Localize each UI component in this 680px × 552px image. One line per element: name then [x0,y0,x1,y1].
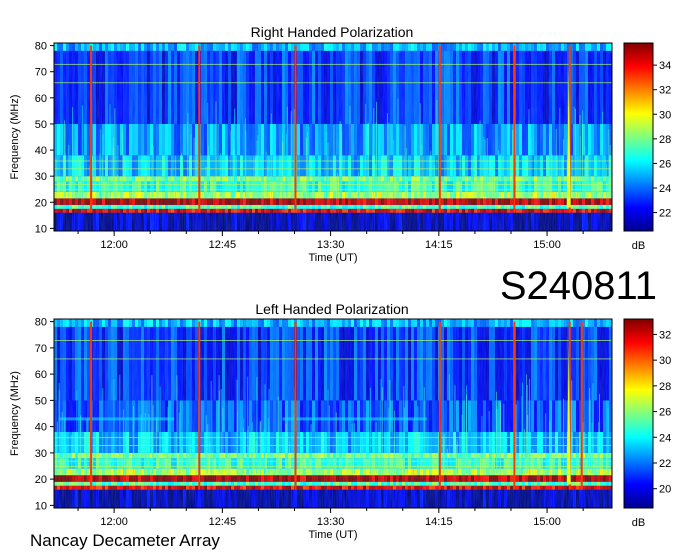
colorbar-tick-label: 30 [659,109,671,121]
burst-line [513,45,516,213]
burst-line [513,321,516,490]
y-tick-label: 20 [35,197,47,209]
x-tick-label: 12:00 [100,516,128,528]
y-tick-label: 10 [35,223,47,235]
event-id: S240811 [500,264,657,308]
y-tick-label: 80 [35,317,47,329]
x-tick-label: 12:45 [209,239,237,251]
y-tick-label: 20 [35,474,47,486]
colorbar-tick-label: 26 [659,158,671,170]
chart-title: Left Handed Polarization [255,301,408,317]
spectrogram-plot [54,319,613,509]
colorbar-tick-label: 28 [659,381,671,393]
x-tick-label: 12:00 [100,239,128,251]
y-tick-label: 50 [35,395,47,407]
burst-line [90,321,93,490]
burst-line [438,45,441,213]
colorbar-tick-label: 32 [659,329,671,341]
footer-label: Nancay Decameter Array [30,531,220,550]
y-tick-label: 40 [35,145,47,157]
colorbar-tick-label: 20 [659,484,671,496]
y-tick-label: 70 [35,67,47,79]
colorbar-tick-label: 34 [659,60,671,72]
y-tick-label: 60 [35,93,47,105]
x-axis-label: Time (UT) [308,529,357,541]
x-axis-label: Time (UT) [308,252,357,264]
x-tick-label: 15:00 [533,239,561,251]
burst-line [294,45,297,213]
colorbar-tick-label: 24 [659,432,671,444]
burst-line [294,321,297,490]
x-tick-label: 15:00 [533,516,561,528]
y-tick-label: 50 [35,119,47,131]
y-axis-label: Frequency (MHz) [9,371,21,456]
burst-line [438,321,441,490]
colorbar-gradient [624,319,653,508]
colorbar-unit: dB [632,517,645,529]
colorbar-tick-label: 22 [659,208,671,220]
colorbar-tick-label: 22 [659,458,671,470]
y-tick-label: 30 [35,171,47,183]
x-tick-label: 12:45 [209,516,237,528]
y-tick-label: 10 [35,500,47,512]
y-axis-label: Frequency (MHz) [9,95,21,180]
x-tick-label: 14:15 [425,239,453,251]
y-tick-label: 80 [35,41,47,53]
y-tick-label: 30 [35,448,47,460]
colorbar-tick-label: 32 [659,85,671,97]
burst-line [90,45,93,213]
colorbar-tick-label: 24 [659,183,671,195]
x-tick-label: 13:30 [317,239,345,251]
burst-line [198,45,201,213]
spectrogram-figure: Right Handed Polarization 10 20 30 40 50 60 70… [9,24,671,550]
colorbar-unit: dB [632,240,645,252]
colorbar: 22 24 26 28 30 32 34 dB [623,42,671,252]
colorbar-gradient [624,43,653,231]
noise-texture [54,319,612,508]
y-tick-label: 40 [35,422,47,434]
colorbar-tick-label: 26 [659,407,671,419]
left-polarization-panel: Left Handed Polarization 10 20 30 40 50 60 70 8… [9,301,671,541]
chart-title: Right Handed Polarization [251,24,414,40]
colorbar: 20 22 24 26 28 30 32 dB [623,318,671,529]
x-tick-label: 13:30 [317,516,345,528]
right-polarization-panel: Right Handed Polarization 10 20 30 40 50 60 70… [9,24,671,264]
y-tick-label: 70 [35,343,47,355]
colorbar-tick-label: 28 [659,134,671,146]
burst-line [580,321,583,490]
y-tick-label: 60 [35,369,47,381]
spectrogram-plot [54,43,613,231]
colorbar-tick-label: 30 [659,355,671,367]
noise-texture [54,43,612,231]
burst-line [198,321,201,490]
x-tick-label: 14:15 [425,516,453,528]
